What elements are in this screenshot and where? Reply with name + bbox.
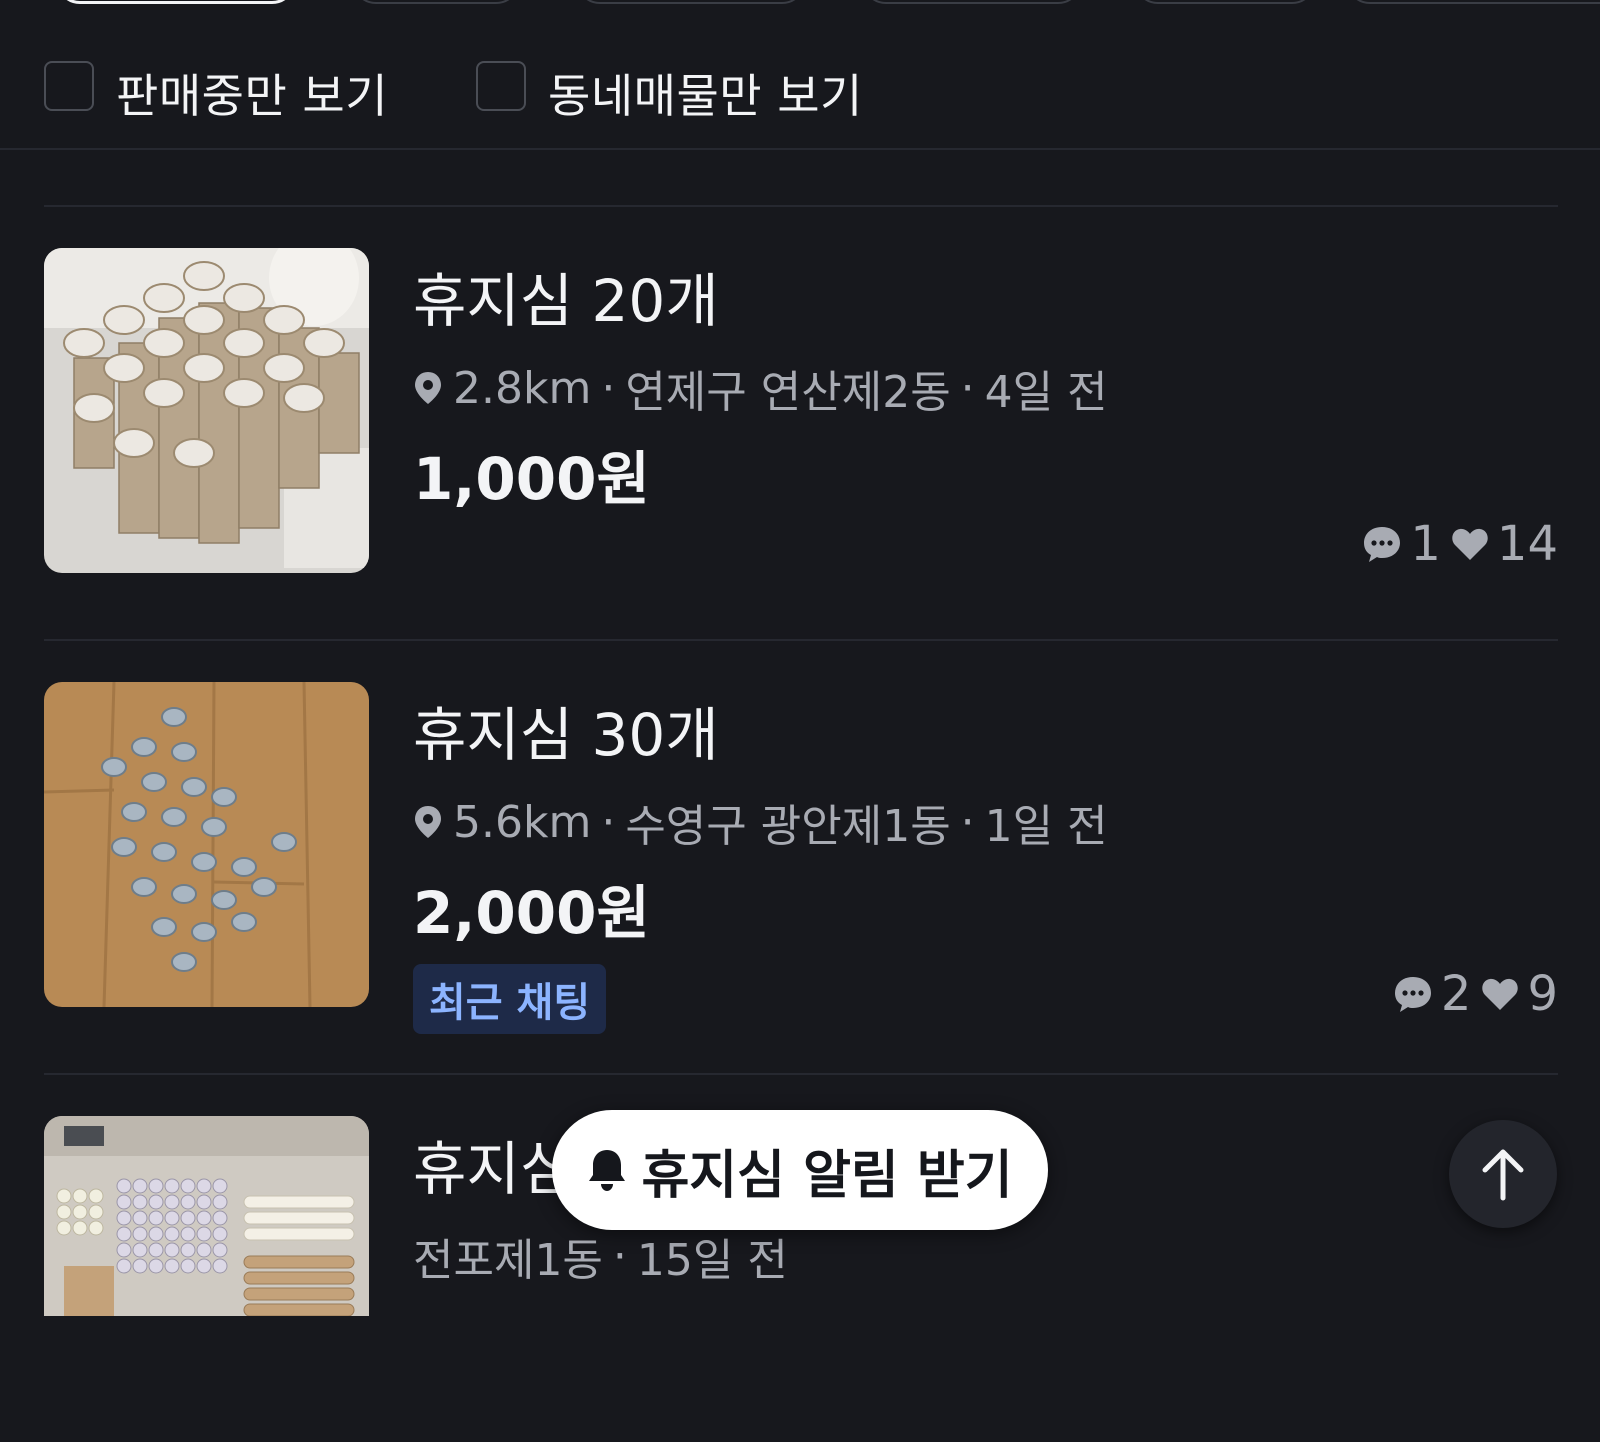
listing-thumbnail xyxy=(44,682,369,1007)
chat-bubble-icon xyxy=(1394,977,1431,1012)
listing-thumbnail xyxy=(44,248,369,573)
on-sale-checkbox[interactable] xyxy=(44,61,94,111)
separator: · xyxy=(601,796,616,848)
listing-location: 전포제1동 xyxy=(413,1235,603,1286)
scroll-to-top-button[interactable] xyxy=(1449,1120,1557,1228)
listing-meta: 5.6km · 수영구 광안제1동 · 1일 전 xyxy=(413,790,1108,854)
listing-item[interactable]: 휴지심 30개 5.6km · 수영구 광안제1동 · 1일 전 2,000원 … xyxy=(44,682,1558,1034)
separator: · xyxy=(601,362,616,414)
pin-icon xyxy=(415,372,441,404)
filter-on-sale-only[interactable]: 판매중만 보기 xyxy=(44,58,388,128)
like-count: 9 xyxy=(1527,966,1558,1022)
listing-location: 연제구 연산제2동 xyxy=(625,367,951,418)
filter-neighborhood-only[interactable]: 동네매물만 보기 xyxy=(476,58,863,128)
divider xyxy=(44,639,1558,641)
listing-time: 4일 전 xyxy=(984,367,1108,418)
like-count: 14 xyxy=(1496,516,1558,572)
listing-time: 1일 전 xyxy=(984,801,1108,852)
listing-price: 1,000원 xyxy=(413,445,650,513)
listing-thumbnail xyxy=(44,1116,369,1316)
divider xyxy=(44,205,1558,207)
keyword-alert-button[interactable]: 휴지심 알림 받기 xyxy=(552,1110,1048,1230)
listing-meta: 2.8km · 연제구 연산제2동 · 4일 전 xyxy=(413,356,1108,420)
keyword-alert-label: 휴지심 알림 받기 xyxy=(641,1145,1013,1206)
filter-bar: 판매중만 보기 동네매물만 보기 xyxy=(0,0,1600,150)
listing-price: 2,000원 xyxy=(413,879,650,947)
listing-item[interactable]: 휴지심 20개 2.8km · 연제구 연산제2동 · 4일 전 1,000원 … xyxy=(44,248,1558,574)
listing-distance: 2.8km xyxy=(453,362,592,414)
recent-chat-badge: 최근 채팅 xyxy=(413,964,607,1034)
on-sale-label: 판매중만 보기 xyxy=(116,69,389,123)
separator: · xyxy=(612,1230,627,1282)
chat-bubble-icon xyxy=(1364,527,1401,562)
chat-count: 1 xyxy=(1410,516,1441,572)
listing-meta: 전포제1동 · 15일 전 xyxy=(413,1224,788,1288)
arrow-up-icon xyxy=(1482,1149,1524,1201)
listing-title: 휴지심 20개 xyxy=(413,267,719,335)
listing-distance: 5.6km xyxy=(453,796,592,848)
listing-location: 수영구 광안제1동 xyxy=(625,801,951,852)
listing-time: 15일 전 xyxy=(636,1235,788,1286)
neighborhood-label: 동네매물만 보기 xyxy=(548,69,863,123)
chat-count: 2 xyxy=(1440,966,1472,1022)
separator: · xyxy=(960,796,975,848)
heart-icon xyxy=(1452,528,1488,560)
listing-title: 휴지심 30개 xyxy=(413,701,719,769)
bell-icon xyxy=(589,1150,626,1191)
listing-title: 휴지심 xyxy=(413,1135,574,1203)
listing-stats: 1 14 xyxy=(1352,516,1558,572)
neighborhood-checkbox[interactable] xyxy=(476,61,526,111)
heart-icon xyxy=(1482,978,1519,1010)
pin-icon xyxy=(415,806,441,838)
separator: · xyxy=(960,362,975,414)
divider xyxy=(44,1073,1558,1075)
listing-stats: 2 9 xyxy=(1383,966,1558,1022)
